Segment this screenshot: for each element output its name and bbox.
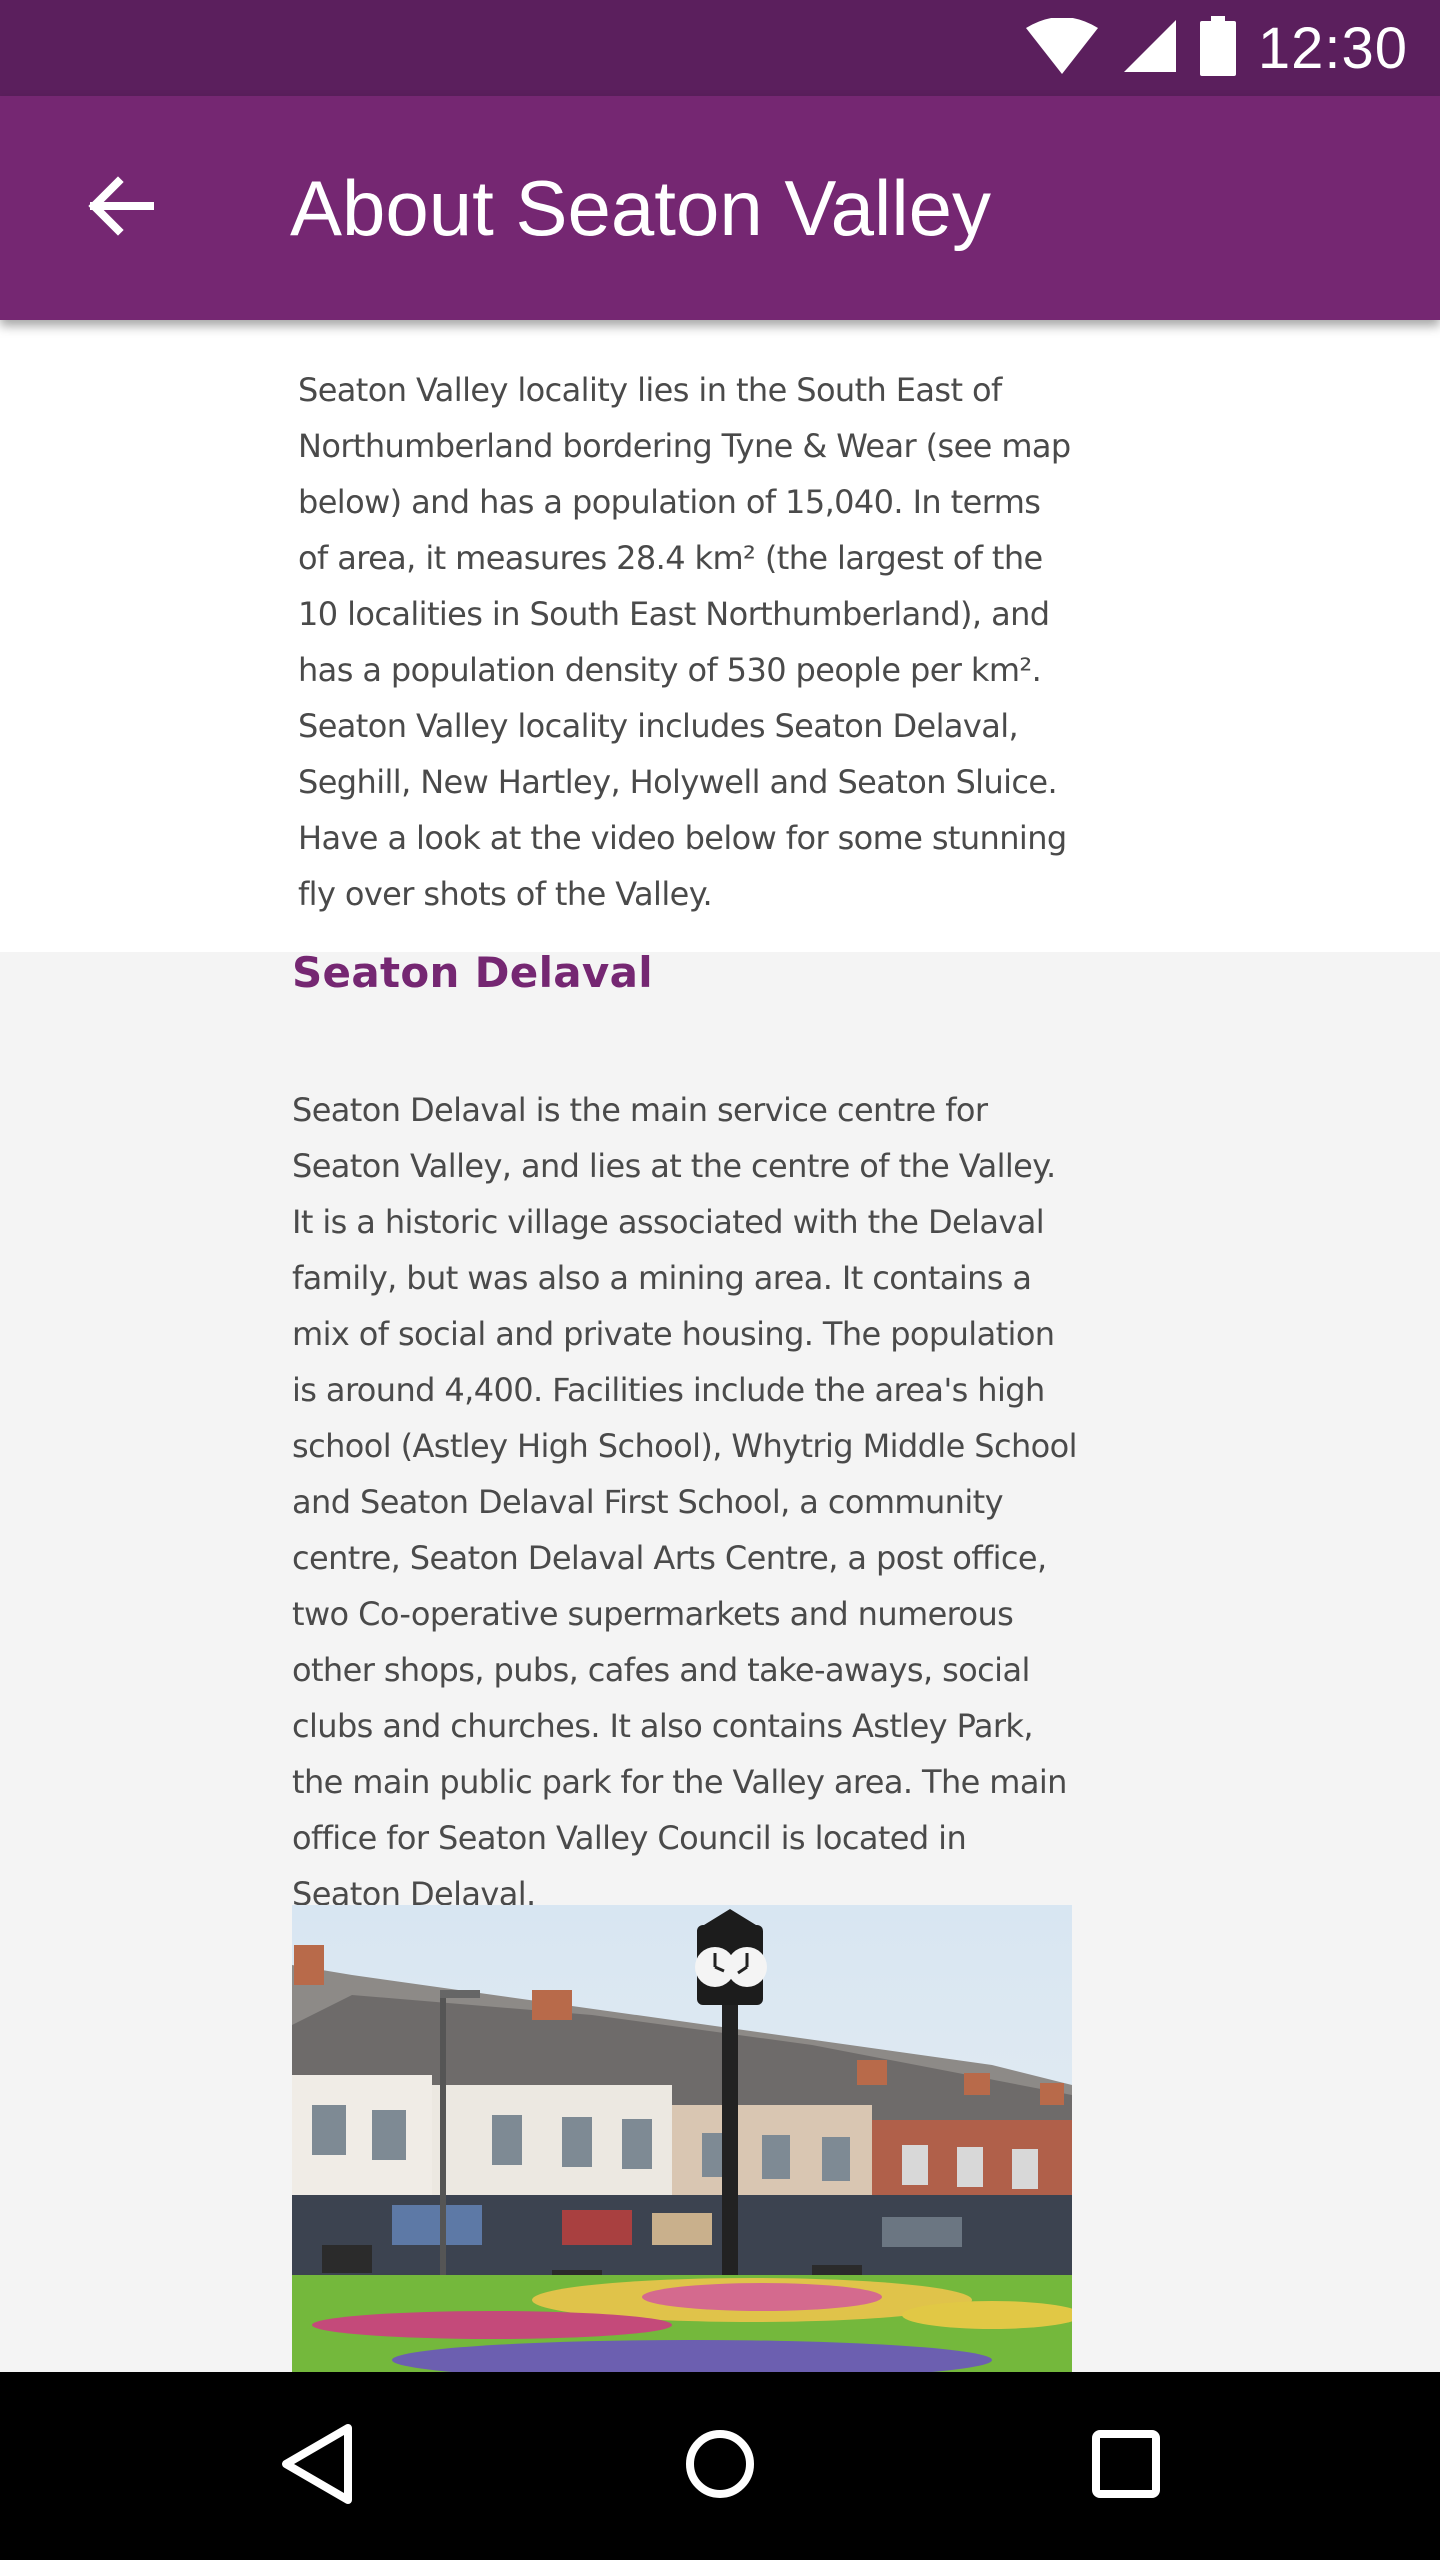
page-title: About Seaton Valley: [290, 164, 992, 252]
wifi-icon: [1024, 16, 1100, 79]
navigation-bar: [0, 2372, 1440, 2560]
nav-home-button[interactable]: [656, 2402, 784, 2530]
seaton-delaval-photo: [292, 1905, 1072, 2372]
nav-recents-button[interactable]: [1062, 2402, 1190, 2530]
cell-signal-icon: [1122, 18, 1178, 79]
intro-paragraph: Seaton Valley locality lies in the South…: [298, 371, 1071, 913]
app-bar: About Seaton Valley: [0, 96, 1440, 320]
back-button[interactable]: [56, 144, 184, 272]
status-icons: 12:30: [1024, 0, 1408, 96]
section-heading: Seaton Delaval: [292, 948, 653, 997]
back-triangle-icon: [278, 2422, 358, 2511]
status-bar: 12:30: [0, 0, 1440, 96]
section-paragraph: Seaton Delaval is the main service centr…: [292, 1091, 1077, 1913]
arrow-back-icon: [84, 170, 156, 247]
battery-icon: [1199, 15, 1236, 81]
content-scroll[interactable]: Seaton Valley locality lies in the South…: [0, 320, 1440, 2372]
nav-back-button[interactable]: [254, 2402, 382, 2530]
intro-block: Seaton Valley locality lies in the South…: [0, 320, 1440, 952]
recents-square-icon: [1092, 2429, 1160, 2503]
status-time: 12:30: [1257, 15, 1408, 81]
home-circle-icon: [684, 2428, 756, 2505]
